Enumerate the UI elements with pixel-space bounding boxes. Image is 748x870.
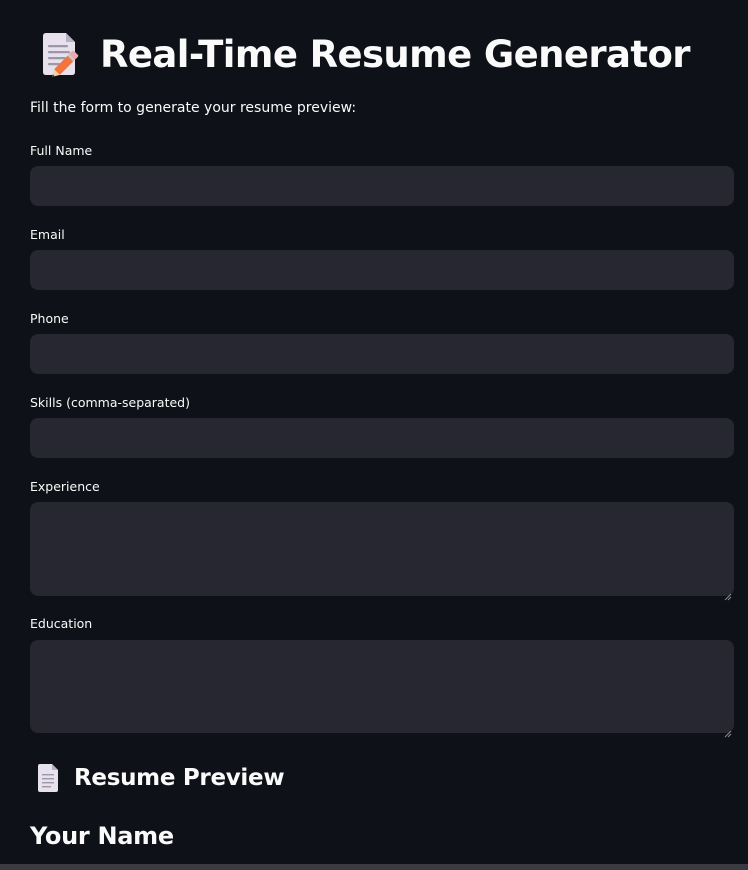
phone-input[interactable]	[30, 334, 734, 374]
page-title: Real-Time Resume Generator	[100, 32, 691, 76]
experience-resize-handle[interactable]	[724, 586, 732, 601]
education-resize-handle[interactable]	[724, 723, 732, 738]
page-document-icon	[36, 763, 60, 793]
app-page: Real-Time Resume Generator Fill the form…	[0, 0, 748, 870]
phone-label: Phone	[30, 311, 69, 326]
horizontal-scrollbar[interactable]	[0, 864, 748, 870]
email-label: Email	[30, 227, 65, 242]
education-label: Education	[30, 616, 93, 631]
full-name-label: Full Name	[30, 143, 93, 158]
intro-text: Fill the form to generate your resume pr…	[30, 100, 357, 116]
skills-input[interactable]	[30, 418, 734, 458]
resume-preview-header: Resume Preview	[36, 760, 285, 796]
email-input[interactable]	[30, 250, 734, 290]
page-header: Real-Time Resume Generator	[40, 28, 691, 80]
experience-textarea[interactable]	[30, 502, 734, 596]
full-name-input[interactable]	[30, 166, 734, 206]
resume-name-heading: Your Name	[30, 822, 174, 850]
resume-preview-heading: Resume Preview	[74, 765, 285, 791]
education-textarea[interactable]	[30, 640, 734, 733]
memo-pencil-icon	[40, 31, 80, 78]
experience-label: Experience	[30, 479, 100, 494]
skills-label: Skills (comma-separated)	[30, 395, 190, 410]
